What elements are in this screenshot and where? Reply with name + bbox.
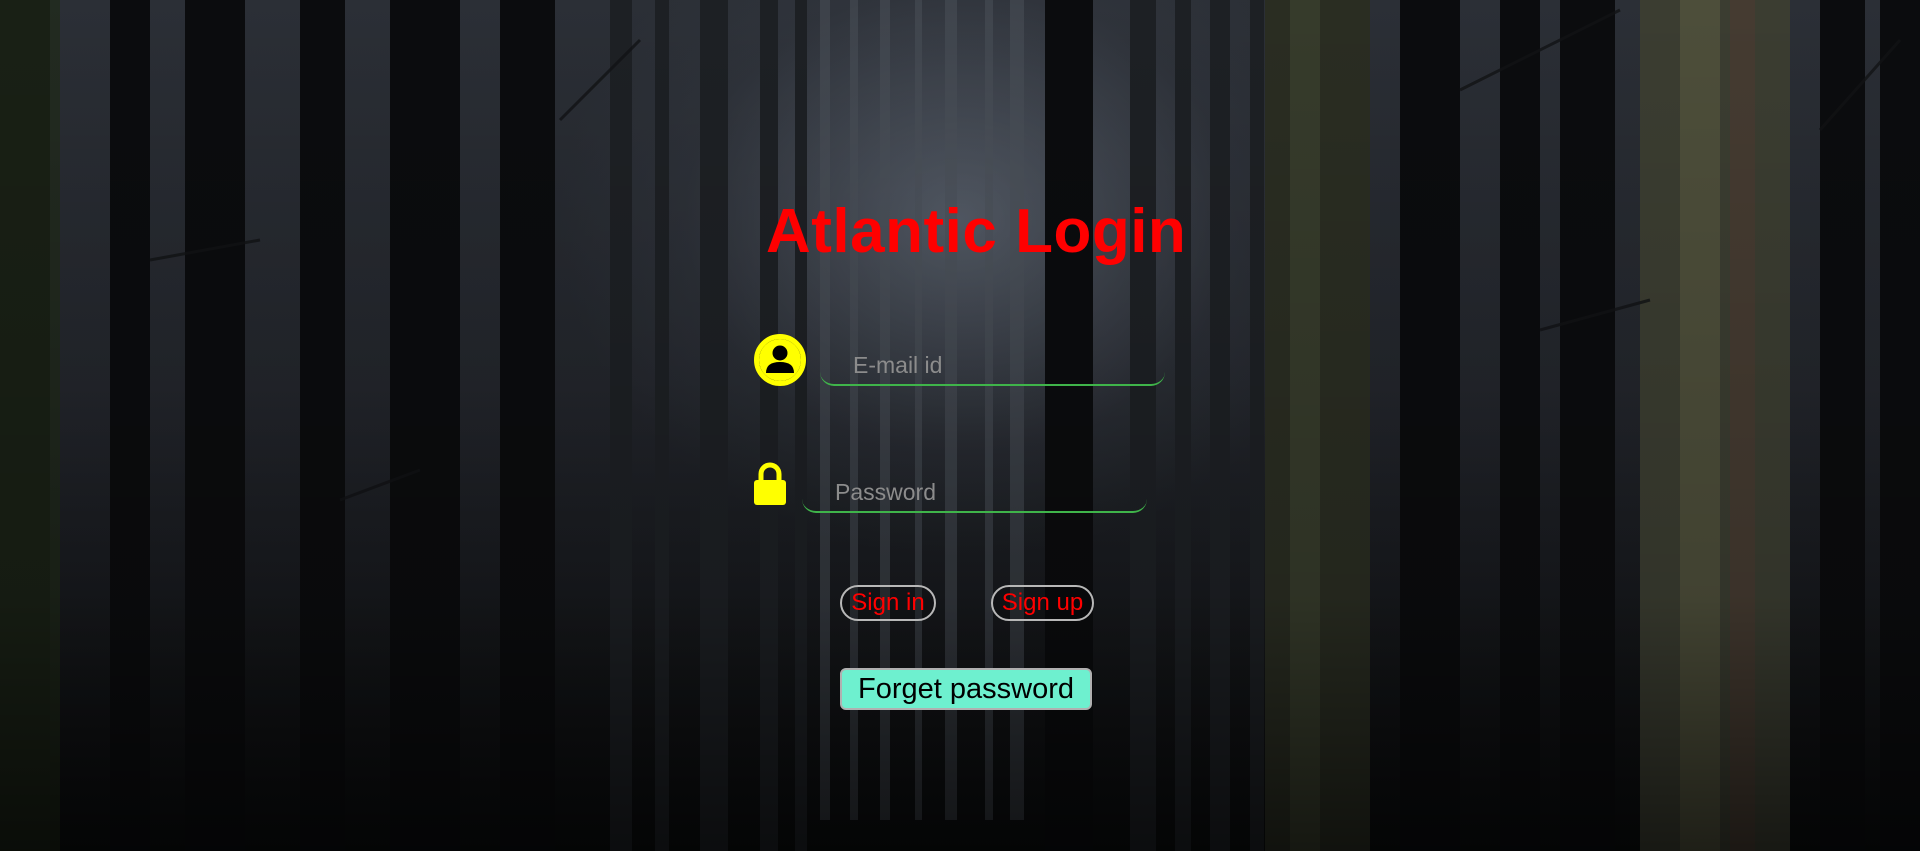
email-field[interactable] [820, 346, 1165, 386]
sign-in-button[interactable]: Sign in [840, 585, 936, 621]
lock-icon [754, 462, 786, 505]
login-page: Atlantic Login Sign in Sign up Forget pa… [0, 0, 1920, 851]
user-circle-icon [754, 334, 806, 386]
sign-up-button[interactable]: Sign up [991, 585, 1094, 621]
forget-password-button[interactable]: Forget password [840, 668, 1092, 710]
forest-background [0, 0, 1920, 851]
page-title: Atlantic Login [766, 197, 1187, 266]
password-field[interactable] [802, 473, 1147, 513]
